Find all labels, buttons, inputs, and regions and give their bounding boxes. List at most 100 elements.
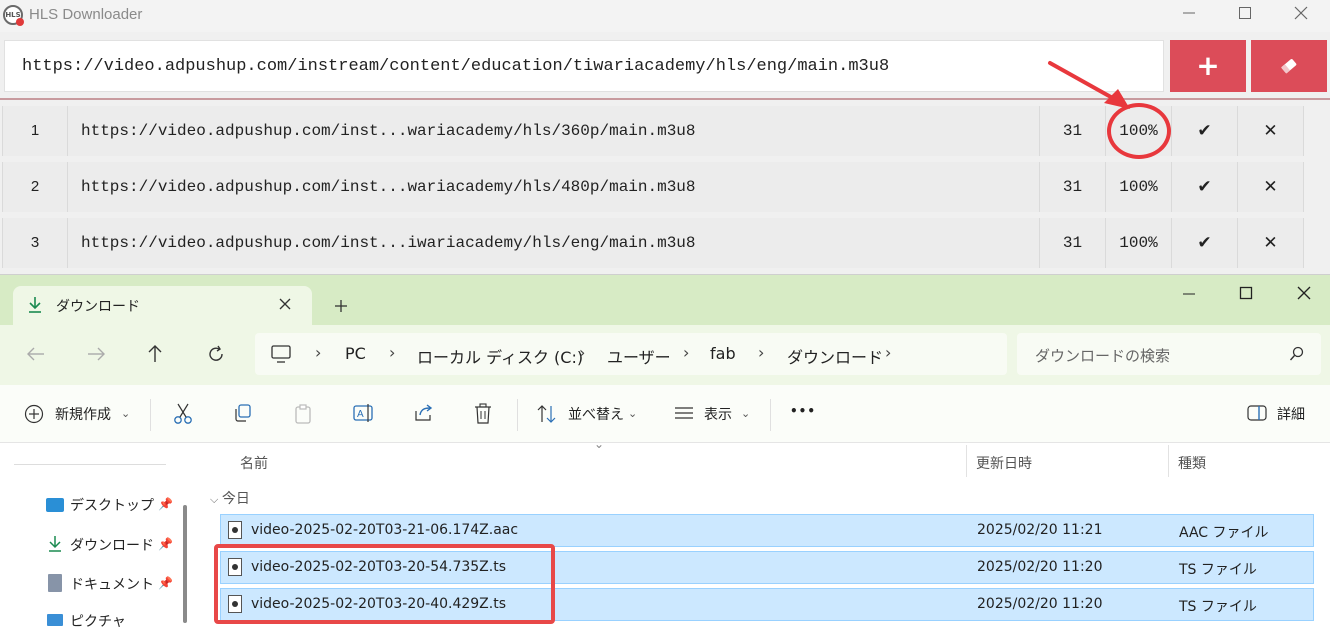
divider bbox=[14, 464, 166, 465]
new-tab-icon[interactable] bbox=[334, 299, 348, 313]
download-row: 3 https://video.adpushup.com/inst...iwar… bbox=[2, 218, 1304, 268]
check-icon[interactable]: ✔ bbox=[1172, 106, 1238, 156]
forward-icon[interactable] bbox=[86, 346, 106, 362]
maximize-button[interactable] bbox=[1239, 286, 1253, 300]
nav-scrollbar[interactable] bbox=[183, 505, 187, 623]
sort-icon bbox=[537, 405, 556, 423]
pin-icon: 📌 bbox=[158, 537, 173, 551]
remove-button[interactable]: ✕ bbox=[1238, 218, 1304, 268]
breadcrumb-fab[interactable]: fab bbox=[710, 344, 736, 363]
close-button[interactable] bbox=[1272, 0, 1330, 30]
pictures-icon bbox=[47, 614, 63, 626]
annotation-circle bbox=[1107, 103, 1171, 159]
view-button[interactable]: 表示 bbox=[704, 404, 732, 424]
column-header-type[interactable]: 種類 bbox=[1178, 453, 1206, 473]
new-icon bbox=[24, 404, 44, 424]
row-url: https://video.adpushup.com/inst...wariac… bbox=[68, 162, 1040, 212]
row-segment-count: 31 bbox=[1040, 218, 1106, 268]
copy-icon[interactable] bbox=[233, 403, 253, 423]
pc-icon bbox=[271, 345, 291, 363]
search-icon bbox=[1289, 346, 1304, 361]
file-icon bbox=[228, 521, 242, 539]
up-icon[interactable] bbox=[147, 344, 163, 364]
file-name: video-2025-02-20T03-21-06.174Z.aac bbox=[251, 522, 519, 538]
file-explorer-window: ダウンロード › PC › ローカル ディスク (C:) › ユーザー › fa… bbox=[0, 274, 1330, 630]
column-header-name[interactable]: 名前 bbox=[240, 453, 268, 473]
download-row: 2 https://video.adpushup.com/inst...wari… bbox=[2, 162, 1304, 212]
pin-icon: 📌 bbox=[158, 497, 173, 511]
file-type: TS ファイル bbox=[1179, 599, 1257, 615]
row-url: https://video.adpushup.com/inst...wariac… bbox=[68, 106, 1040, 156]
check-icon[interactable]: ✔ bbox=[1172, 162, 1238, 212]
tab-label: ダウンロード bbox=[56, 299, 140, 315]
nav-item-documents[interactable]: ドキュメント bbox=[70, 574, 154, 594]
minimize-button[interactable] bbox=[1182, 287, 1196, 301]
remove-button[interactable]: ✕ bbox=[1238, 106, 1304, 156]
address-bar[interactable]: › PC › ローカル ディスク (C:) › ユーザー › fab › ダウン… bbox=[255, 333, 1007, 375]
svg-text:A: A bbox=[357, 409, 364, 420]
cut-icon[interactable] bbox=[173, 403, 193, 425]
row-index: 2 bbox=[2, 162, 68, 212]
breadcrumb-local-disk[interactable]: ローカル ディスク (C:) bbox=[417, 344, 583, 368]
maximize-button[interactable] bbox=[1216, 0, 1274, 30]
share-icon[interactable] bbox=[414, 403, 434, 423]
column-header-date[interactable]: 更新日時 bbox=[976, 453, 1032, 473]
breadcrumb-downloads[interactable]: ダウンロード bbox=[787, 344, 883, 368]
navigation-pane: デスクトップ 📌 ダウンロード 📌 ドキュメント 📌 ピクチャ bbox=[0, 443, 192, 630]
desktop-icon bbox=[46, 498, 64, 512]
window-title: HLS Downloader bbox=[29, 6, 143, 23]
breadcrumb-users[interactable]: ユーザー bbox=[607, 344, 671, 368]
more-button[interactable]: ••• bbox=[790, 404, 816, 418]
check-icon[interactable]: ✔ bbox=[1172, 218, 1238, 268]
downloads-icon bbox=[49, 536, 61, 552]
pin-icon: 📌 bbox=[158, 576, 173, 590]
file-date: 2025/02/20 11:21 bbox=[977, 522, 1103, 538]
clear-button[interactable] bbox=[1251, 40, 1327, 92]
search-input[interactable]: ダウンロードの検索 bbox=[1017, 333, 1321, 375]
nav-item-desktop[interactable]: デスクトップ bbox=[70, 495, 154, 515]
paste-icon[interactable] bbox=[294, 403, 314, 425]
row-index: 1 bbox=[2, 106, 68, 156]
minimize-button[interactable] bbox=[1160, 0, 1218, 30]
download-icon bbox=[29, 297, 41, 313]
tab-bar: ダウンロード bbox=[0, 275, 1330, 325]
search-placeholder: ダウンロードの検索 bbox=[1035, 347, 1171, 365]
new-button[interactable]: 新規作成 bbox=[55, 404, 111, 424]
refresh-icon[interactable] bbox=[207, 345, 225, 363]
rename-icon[interactable]: A bbox=[353, 403, 375, 423]
details-button[interactable]: 詳細 bbox=[1277, 404, 1305, 424]
explorer-body: デスクトップ 📌 ダウンロード 📌 ドキュメント 📌 ピクチャ 名前 ⌄ 更新日… bbox=[0, 437, 1330, 630]
file-row[interactable]: video-2025-02-20T03-21-06.174Z.aac 2025/… bbox=[220, 514, 1314, 547]
row-url: https://video.adpushup.com/inst...iwaria… bbox=[68, 218, 1040, 268]
title-bar: HLS HLS Downloader bbox=[0, 0, 1330, 32]
file-type: TS ファイル bbox=[1179, 562, 1257, 578]
delete-icon[interactable] bbox=[474, 403, 492, 425]
nav-item-downloads[interactable]: ダウンロード bbox=[70, 535, 154, 555]
row-segment-count: 31 bbox=[1040, 162, 1106, 212]
file-type: AAC ファイル bbox=[1179, 525, 1269, 541]
url-input[interactable]: https://video.adpushup.com/instream/cont… bbox=[4, 40, 1164, 92]
close-button[interactable] bbox=[1297, 286, 1311, 300]
tab-downloads[interactable]: ダウンロード bbox=[13, 286, 312, 325]
address-bar-row: › PC › ローカル ディスク (C:) › ユーザー › fab › ダウン… bbox=[0, 325, 1330, 385]
breadcrumb-pc[interactable]: PC bbox=[345, 344, 366, 363]
add-button[interactable]: + bbox=[1170, 40, 1246, 92]
annotation-rectangle bbox=[214, 544, 555, 624]
row-progress: 100% bbox=[1106, 162, 1172, 212]
documents-icon bbox=[48, 574, 62, 592]
group-header-today[interactable]: ⌵ 今日 bbox=[210, 488, 250, 508]
file-date: 2025/02/20 11:20 bbox=[977, 596, 1103, 612]
nav-item-pictures[interactable]: ピクチャ bbox=[70, 611, 126, 631]
remove-button[interactable]: ✕ bbox=[1238, 162, 1304, 212]
view-icon bbox=[675, 407, 693, 419]
back-icon[interactable] bbox=[26, 346, 46, 362]
file-date: 2025/02/20 11:20 bbox=[977, 559, 1103, 575]
app-logo-icon: HLS bbox=[3, 5, 24, 26]
close-tab-icon[interactable] bbox=[279, 298, 291, 310]
row-index: 3 bbox=[2, 218, 68, 268]
command-bar: 新規作成 ⌄ A 並べ替え ⌄ 表示 ⌄ ••• 詳細 bbox=[0, 385, 1330, 443]
sort-indicator-icon: ⌄ bbox=[594, 437, 605, 451]
sort-button[interactable]: 並べ替え bbox=[568, 404, 624, 424]
details-pane-icon bbox=[1247, 405, 1267, 421]
row-progress: 100% bbox=[1106, 218, 1172, 268]
